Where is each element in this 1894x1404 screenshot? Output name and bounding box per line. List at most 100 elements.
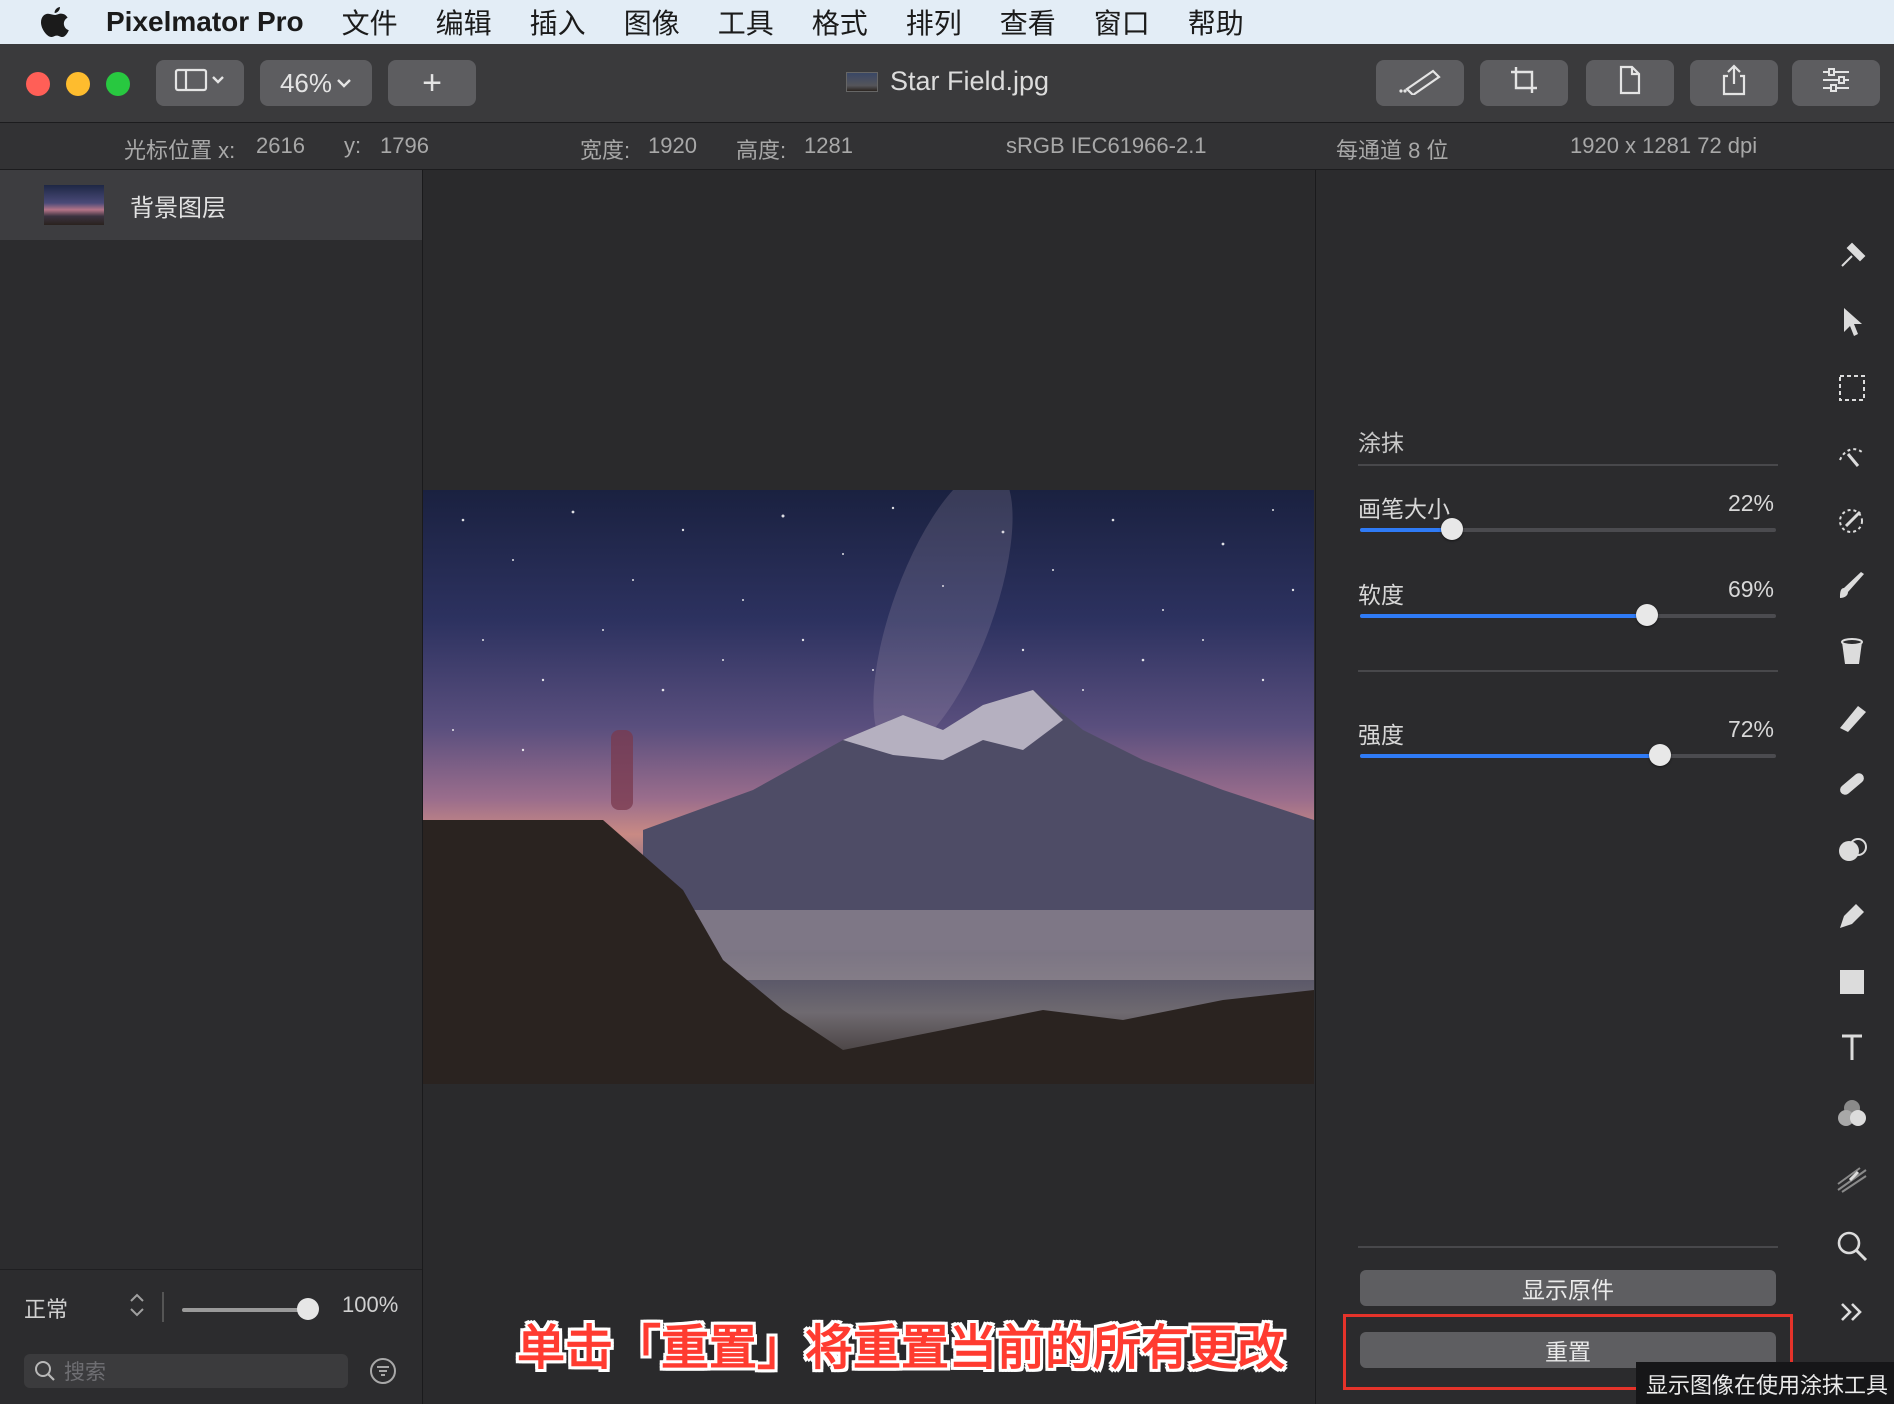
- menu-insert[interactable]: 插入: [530, 2, 586, 42]
- bandage-brush-icon: [1393, 65, 1447, 102]
- retouch-tools-button[interactable]: [1376, 60, 1464, 106]
- tools-strip: [1810, 170, 1894, 1404]
- layers-sidebar: 背景图层 正常 100% 搜索: [0, 170, 423, 1404]
- add-button[interactable]: +: [388, 60, 476, 106]
- chevron-down-icon: [336, 77, 352, 89]
- zoom-level-value: 46%: [279, 67, 333, 98]
- menu-help[interactable]: 帮助: [1188, 2, 1244, 42]
- smudge-icon[interactable]: [1830, 1158, 1874, 1202]
- arrange-icon[interactable]: [1830, 234, 1874, 278]
- color-adjust-icon[interactable]: [1830, 1092, 1874, 1136]
- eraser-icon[interactable]: [1830, 696, 1874, 740]
- share-icon: [1720, 63, 1748, 103]
- sliders-icon: [1821, 67, 1851, 100]
- close-window-button[interactable]: [26, 72, 50, 96]
- figure-silhouette: [611, 730, 633, 810]
- cursor-x-value: 2616: [256, 133, 305, 158]
- menu-image[interactable]: 图像: [624, 2, 680, 42]
- bit-depth: 每通道 8 位: [1336, 138, 1449, 163]
- menu-file[interactable]: 文件: [342, 2, 398, 42]
- crop-icon: [1509, 65, 1539, 102]
- softness-value: 69%: [1727, 576, 1774, 602]
- brush-size-value: 22%: [1727, 490, 1774, 516]
- image-info-bar: 光标位置 x: 2616 y: 1796 宽度: 1920 高度: 1281 s…: [0, 123, 1894, 170]
- menu-window[interactable]: 窗口: [1094, 2, 1150, 42]
- magic-selection-icon[interactable]: [1830, 432, 1874, 476]
- filter-icon[interactable]: [368, 1356, 398, 1391]
- cursor-x-label: 光标位置 x:: [124, 138, 236, 163]
- color-profile: sRGB IEC61966-2.1: [1006, 133, 1207, 158]
- window-toolbar: 46% + Star Field.jpg: [0, 44, 1894, 123]
- share-button[interactable]: [1690, 60, 1778, 106]
- document-icon: [1617, 65, 1643, 102]
- menu-view[interactable]: 查看: [1000, 2, 1056, 42]
- menu-arrange[interactable]: 排列: [906, 2, 962, 42]
- star-field-image[interactable]: [423, 490, 1314, 1084]
- slider-fill: [1360, 754, 1660, 758]
- menu-format[interactable]: 格式: [812, 2, 868, 42]
- sidebar-icon: [174, 67, 226, 100]
- zoom-level-dropdown[interactable]: 46%: [260, 60, 372, 106]
- brush-size-label: 画笔大小: [1358, 496, 1450, 522]
- zoom-window-button[interactable]: [106, 72, 130, 96]
- type-icon[interactable]: [1830, 1026, 1874, 1070]
- sidebar-toggle-button[interactable]: [156, 60, 244, 106]
- opacity-value: 100%: [342, 1292, 399, 1317]
- fill-bucket-icon[interactable]: [1830, 630, 1874, 674]
- select-pointer-icon[interactable]: [1830, 300, 1874, 344]
- divider: [1358, 1246, 1778, 1248]
- width-label: 宽度:: [580, 138, 631, 163]
- more-tools-icon[interactable]: [1830, 1290, 1874, 1334]
- crop-button[interactable]: [1480, 60, 1568, 106]
- slider-knob[interactable]: [1636, 604, 1659, 626]
- opacity-slider[interactable]: [182, 1308, 308, 1312]
- height-label: 高度:: [736, 138, 787, 163]
- stepper-icon[interactable]: [128, 1290, 146, 1325]
- opacity-slider-knob[interactable]: [297, 1298, 319, 1320]
- layer-search-input[interactable]: 搜索: [24, 1354, 348, 1388]
- menu-edit[interactable]: 编辑: [436, 2, 492, 42]
- minimize-window-button[interactable]: [66, 72, 90, 96]
- slider-fill: [1360, 614, 1648, 618]
- clone-icon[interactable]: [1830, 828, 1874, 872]
- width-value: 1920: [648, 133, 697, 158]
- tool-options-panel: 涂抹 画笔大小 22% 软度 69% 强度 72% 显示原件 重置: [1315, 170, 1811, 1404]
- slider-knob[interactable]: [1648, 744, 1671, 766]
- brush-size-slider[interactable]: [1360, 518, 1776, 540]
- pen-icon[interactable]: [1830, 894, 1874, 938]
- rect-selection-icon[interactable]: [1830, 366, 1874, 410]
- layer-item[interactable]: 背景图层: [0, 170, 422, 240]
- menu-tools[interactable]: 工具: [718, 2, 774, 42]
- tutorial-annotation: 单击「重置」将重置当前的所有更改: [517, 1322, 1286, 1375]
- divider: [1358, 464, 1778, 466]
- canvas-area[interactable]: 单击「重置」将重置当前的所有更改: [423, 170, 1314, 1404]
- cursor-y-label: y:: [344, 133, 362, 158]
- slider-fill: [1360, 528, 1452, 532]
- blend-mode-select[interactable]: 正常: [24, 1292, 68, 1324]
- stars: [452, 506, 1295, 752]
- document-title: Star Field.jpg: [846, 66, 1049, 97]
- zoom-icon[interactable]: [1830, 1224, 1874, 1268]
- format-button[interactable]: [1586, 60, 1674, 106]
- plus-icon: +: [422, 63, 442, 102]
- layers-footer: 正常 100% 搜索: [0, 1269, 422, 1404]
- show-original-button[interactable]: 显示原件: [1360, 1270, 1776, 1306]
- layer-name: 背景图层: [130, 194, 226, 222]
- cursor-y-value: 1796: [380, 133, 429, 158]
- layer-thumbnail: [44, 185, 104, 225]
- paint-brush-icon[interactable]: [1830, 564, 1874, 608]
- search-placeholder: 搜索: [64, 1361, 106, 1384]
- color-picker-icon[interactable]: [1830, 498, 1874, 542]
- app-name-menu[interactable]: Pixelmator Pro: [106, 6, 304, 38]
- softness-slider[interactable]: [1360, 604, 1776, 626]
- strength-label: 强度: [1358, 722, 1404, 748]
- repair-icon[interactable]: [1830, 762, 1874, 806]
- strength-value: 72%: [1727, 716, 1774, 742]
- menu-bar: Pixelmator Pro 文件 编辑 插入 图像 工具 格式 排列 查看 窗…: [0, 0, 1894, 44]
- apple-icon[interactable]: [40, 7, 70, 37]
- slider-knob[interactable]: [1440, 518, 1463, 540]
- divider: [1358, 670, 1778, 672]
- strength-slider[interactable]: [1360, 744, 1776, 766]
- shape-icon[interactable]: [1830, 960, 1874, 1004]
- adjustments-button[interactable]: [1792, 60, 1880, 106]
